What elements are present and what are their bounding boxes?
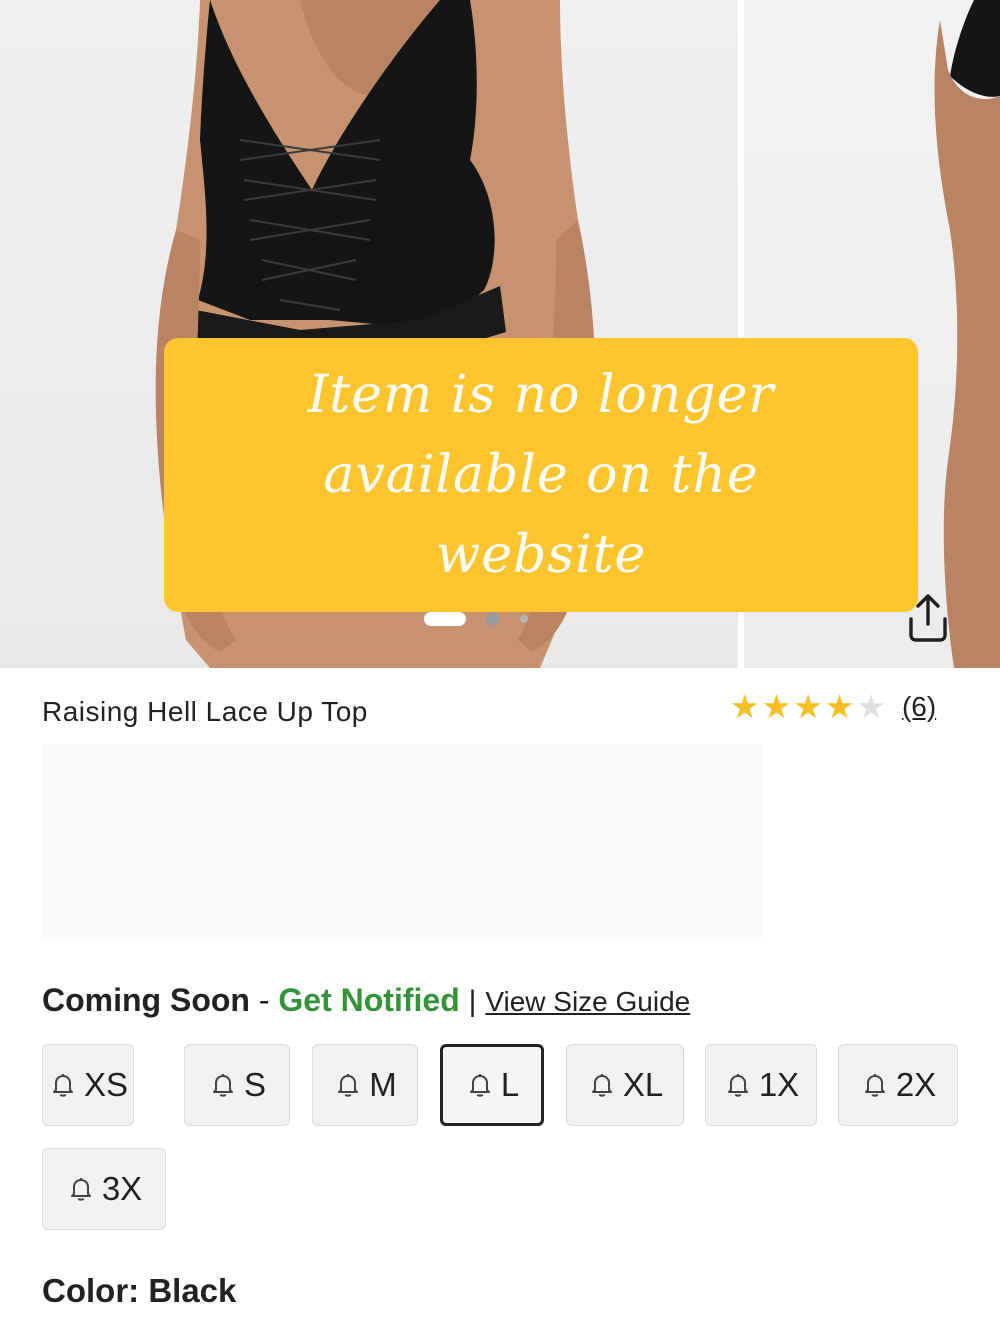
- star-icon: ★: [730, 688, 760, 725]
- bell-icon: [208, 1070, 238, 1100]
- gallery-pagination: [424, 612, 528, 626]
- get-notified-link[interactable]: Get Notified: [278, 982, 459, 1018]
- price-area-placeholder: [42, 744, 762, 940]
- unavailable-notice-text: Item is no longer available on the websi…: [307, 365, 775, 585]
- bell-icon: [66, 1174, 96, 1204]
- availability-line: Coming Soon - Get Notified | View Size G…: [42, 982, 690, 1019]
- bell-icon: [587, 1070, 617, 1100]
- share-button[interactable]: [900, 590, 956, 646]
- star-icon: ★: [856, 688, 886, 725]
- size-label: 2X: [895, 1066, 937, 1103]
- share-icon: [909, 594, 947, 642]
- size-option-2x[interactable]: 2X: [838, 1044, 958, 1126]
- gallery-dot-3[interactable]: [520, 615, 528, 623]
- size-label: XS: [83, 1066, 129, 1103]
- bell-icon: [48, 1070, 78, 1100]
- size-label: M: [369, 1066, 397, 1103]
- gallery-dot-2[interactable]: [486, 612, 500, 626]
- gallery-dot-1[interactable]: [424, 612, 466, 626]
- availability-separator: -: [258, 982, 270, 1018]
- color-label: Color:: [42, 1272, 140, 1309]
- size-option-m[interactable]: M: [312, 1044, 418, 1126]
- color-value: Black: [148, 1272, 237, 1309]
- size-label: 1X: [758, 1066, 800, 1103]
- view-size-guide-link[interactable]: View Size Guide: [485, 986, 690, 1017]
- unavailable-notice-banner: Item is no longer available on the websi…: [164, 338, 918, 612]
- size-option-3x[interactable]: 3X: [42, 1148, 166, 1230]
- bell-icon: [723, 1070, 753, 1100]
- size-label: L: [500, 1066, 520, 1103]
- size-option-1x[interactable]: 1X: [705, 1044, 817, 1126]
- bell-icon: [465, 1070, 495, 1100]
- size-label: 3X: [101, 1170, 143, 1207]
- star-icon: ★: [761, 688, 792, 725]
- size-option-s[interactable]: S: [184, 1044, 290, 1126]
- bell-icon: [333, 1070, 363, 1100]
- availability-pipe: |: [468, 985, 477, 1018]
- size-label: XL: [622, 1066, 664, 1103]
- color-selection: Color: Black: [42, 1272, 236, 1310]
- star-icon: ★: [793, 688, 823, 725]
- review-count-link[interactable]: (6): [902, 691, 936, 723]
- size-label: S: [243, 1066, 266, 1103]
- size-option-l[interactable]: L: [440, 1044, 544, 1126]
- rating-stars: ★ ★ ★ ★ ★: [730, 690, 886, 724]
- bell-icon: [860, 1070, 890, 1100]
- product-rating[interactable]: ★ ★ ★ ★ ★ (6): [730, 690, 936, 724]
- product-image-gallery[interactable]: Item is no longer available on the websi…: [0, 0, 1000, 668]
- product-title: Raising Hell Lace Up Top: [42, 696, 368, 727]
- availability-status: Coming Soon: [42, 982, 250, 1018]
- star-icon: ★: [824, 688, 855, 725]
- size-option-xs[interactable]: XS: [42, 1044, 134, 1126]
- size-option-xl[interactable]: XL: [566, 1044, 684, 1126]
